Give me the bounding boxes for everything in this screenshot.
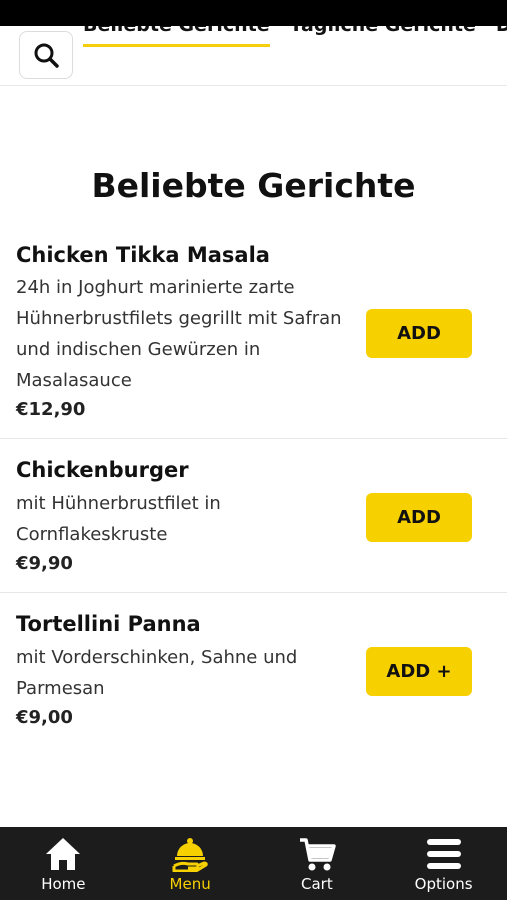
nav-options[interactable]: Options xyxy=(380,827,507,900)
dish-price: €9,90 xyxy=(16,553,73,574)
search-icon xyxy=(34,43,59,68)
nav-options-label: Options xyxy=(414,875,473,893)
tab-dienstags[interactable]: Dienstags xyxy=(496,26,507,47)
nav-cart[interactable]: Cart xyxy=(254,827,381,900)
home-icon xyxy=(46,838,81,870)
menu-cloche-icon xyxy=(172,838,208,872)
category-tabs: Beliebte Gerichte Tägliche Gerichte Dien… xyxy=(83,26,507,47)
dish-description: mit Vorderschinken, Sahne und Parmesan xyxy=(16,647,298,699)
dish-item[interactable]: Chickenburger mit Hühnerbrustfilet in Co… xyxy=(0,439,507,593)
section-title: Beliebte Gerichte xyxy=(91,166,416,205)
nav-home[interactable]: Home xyxy=(0,827,127,900)
cart-icon xyxy=(299,838,336,871)
nav-menu[interactable]: Menu xyxy=(127,827,254,900)
tab-beliebte-gerichte[interactable]: Beliebte Gerichte xyxy=(83,26,270,47)
dish-price: €12,90 xyxy=(16,399,86,420)
bottom-navigation: Home Menu Cart Options xyxy=(0,827,507,900)
nav-cart-label: Cart xyxy=(301,875,333,893)
add-button[interactable]: ADD + xyxy=(366,647,472,696)
nav-menu-label: Menu xyxy=(169,875,211,893)
category-navigation: Beliebte Gerichte Tägliche Gerichte Dien… xyxy=(0,26,507,86)
dish-name: Tortellini Panna xyxy=(16,612,201,636)
dish-item[interactable]: Tortellini Panna mit Vorderschinken, Sah… xyxy=(0,593,507,753)
options-icon xyxy=(426,839,461,869)
tab-taegliche-gerichte[interactable]: Tägliche Gerichte xyxy=(290,26,476,47)
dish-price: €9,00 xyxy=(16,707,73,728)
dish-description: 24h in Joghurt marinierte zarte Hühnerbr… xyxy=(16,277,342,391)
search-button[interactable] xyxy=(19,31,73,79)
dish-name: Chickenburger xyxy=(16,458,189,482)
dish-description: mit Hühnerbrustfilet in Cornflakeskruste xyxy=(16,493,221,545)
add-button[interactable]: ADD xyxy=(366,309,472,358)
status-bar xyxy=(0,0,507,26)
dish-name: Chicken Tikka Masala xyxy=(16,243,270,267)
add-button[interactable]: ADD xyxy=(366,493,472,542)
dish-item[interactable]: Chicken Tikka Masala 24h in Joghurt mari… xyxy=(0,230,507,439)
nav-home-label: Home xyxy=(41,875,86,893)
